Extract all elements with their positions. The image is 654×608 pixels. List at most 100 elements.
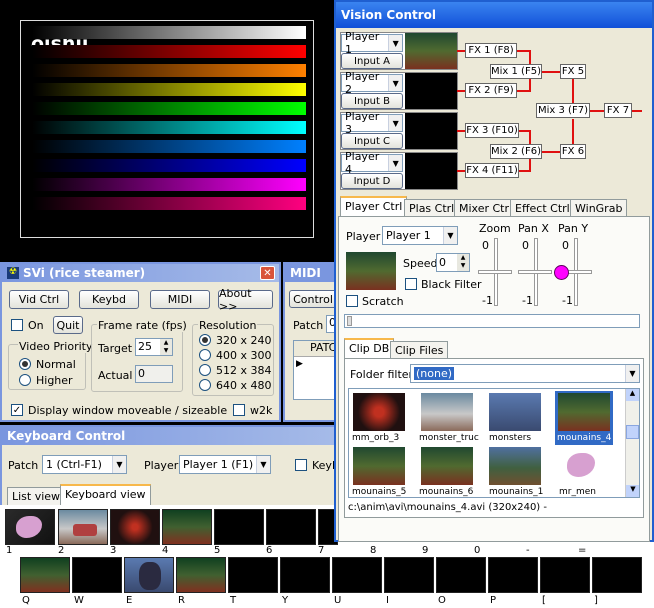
tab-plas-ctrl[interactable]: Plas Ctrl [404,199,460,216]
midi-control-tab[interactable]: Control [289,290,337,308]
tab-wingrab[interactable]: WinGrab [570,199,628,216]
fx5-button[interactable]: FX 5 [560,64,586,79]
scratch-checkbox[interactable] [346,295,358,307]
key-e[interactable] [124,557,174,593]
fx7-button[interactable]: FX 7 [604,103,632,118]
tab-player-ctrl[interactable]: Player Ctrl [340,196,408,216]
key-6[interactable] [266,509,316,545]
key-rbracket[interactable] [592,557,642,593]
quit-button[interactable]: Quit [53,316,83,334]
tab-effect-ctrl[interactable]: Effect Ctrl [510,199,575,216]
w2k-checkbox[interactable] [233,404,245,416]
target-input[interactable]: 25 ▲ ▼ [135,338,173,356]
mix2-button[interactable]: Mix 2 (F6) [490,144,542,159]
input-d-button[interactable]: Input D [341,173,403,189]
midi-button[interactable]: MIDI [150,290,210,309]
key-w[interactable] [72,557,122,593]
chevron-down-icon[interactable]: ▼ [443,227,457,244]
scroll-down-icon[interactable]: ▼ [626,485,639,497]
vision-title-bar[interactable]: Vision Control [336,2,652,28]
key-r[interactable] [176,557,226,593]
key-q[interactable] [20,557,70,593]
clip-thumb-mm-orb[interactable] [353,393,405,431]
key-p[interactable] [488,557,538,593]
kb-patch-select[interactable]: 1 (Ctrl-F1) ▼ [42,455,127,474]
clip-thumb-mounains-1[interactable] [489,447,541,485]
key-5[interactable] [214,509,264,545]
player-2-select[interactable]: Player 2 ▼ [341,70,403,96]
key-o[interactable] [436,557,486,593]
clip-thumb-mr-men[interactable] [557,447,609,485]
tab-clip-db[interactable]: Clip DB [344,338,395,358]
tab-mixer-ctrl[interactable]: Mixer Ctrl [454,199,518,216]
scroll-up-icon[interactable]: ▲ [626,389,639,401]
tab-keyboard-view[interactable]: Keyboard view [60,484,151,505]
player-1-select[interactable]: Player 1 ▼ [341,30,403,56]
chevron-down-icon[interactable]: ▼ [112,456,126,473]
clip-thumb-monsters[interactable] [489,393,541,431]
res-radio-640[interactable] [199,379,211,391]
key-lbracket[interactable] [540,557,590,593]
key-i[interactable] [384,557,434,593]
pan-handle[interactable] [554,265,569,280]
scroll-thumb[interactable] [626,425,639,439]
vid-ctrl-button[interactable]: Vid Ctrl [9,290,69,309]
fx6-button[interactable]: FX 6 [560,144,586,159]
input-a-button[interactable]: Input A [341,53,403,69]
input-b-button[interactable]: Input B [341,93,403,109]
chevron-down-icon[interactable]: ▼ [388,115,402,131]
on-checkbox[interactable] [11,319,23,331]
scratch-slider-thumb[interactable] [347,316,352,326]
fx3-button[interactable]: FX 3 (F10) [465,123,519,138]
keyboard-title-bar[interactable]: Keyboard Control [2,427,340,445]
fx1-button[interactable]: FX 1 (F8) [465,43,517,58]
key-y[interactable] [280,557,330,593]
scratch-slider[interactable] [344,314,640,328]
tab-list-view[interactable]: List view [7,487,66,505]
chevron-down-icon[interactable]: ▼ [388,75,402,91]
player-4-select[interactable]: Player 4 ▼ [341,150,403,176]
mix1-button[interactable]: Mix 1 (F5) [490,64,542,79]
res-radio-512[interactable] [199,364,211,376]
clip-grid[interactable]: mm_orb_3 monster_truc monsters mounains_… [348,388,640,498]
chevron-down-icon[interactable]: ▼ [388,155,402,171]
pc-player-select[interactable]: Player 1 ▼ [382,226,458,245]
clip-thumb-monster-truck[interactable] [421,393,473,431]
clip-thumb-mounains-5[interactable] [353,447,405,485]
zoom-h-slider[interactable] [478,270,512,274]
keybd-button[interactable]: Keybd [79,290,139,309]
speed-input[interactable]: 0 ▲ ▼ [436,253,470,272]
target-spinner[interactable]: ▲ ▼ [160,339,172,355]
player-3-select[interactable]: Player 3 ▼ [341,110,403,136]
key-1[interactable] [5,509,55,545]
key-2[interactable] [58,509,108,545]
mix3-button[interactable]: Mix 3 (F7) [536,103,590,118]
kb-player-select[interactable]: Player 1 (F1) ▼ [179,455,271,474]
black-filter-checkbox[interactable] [405,278,417,290]
clip-thumb-mounains-6[interactable] [421,447,473,485]
key-t[interactable] [228,557,278,593]
key-u[interactable] [332,557,382,593]
res-radio-320[interactable] [199,334,211,346]
chevron-down-icon[interactable]: ▼ [388,35,402,51]
close-icon[interactable]: ✕ [260,266,275,280]
higher-radio[interactable] [19,374,31,386]
clip-scrollbar[interactable]: ▲ ▼ [625,389,639,497]
fx2-button[interactable]: FX 2 (F9) [465,83,517,98]
panx-h-slider[interactable] [518,270,552,274]
key-4[interactable] [162,509,212,545]
about-button[interactable]: About >> [218,287,273,313]
key-3[interactable] [110,509,160,545]
chevron-down-icon[interactable]: ▼ [625,365,639,382]
speed-spinner[interactable]: ▲ ▼ [457,254,469,271]
res-radio-400[interactable] [199,349,211,361]
keyb-checkbox[interactable] [295,459,307,471]
fx4-button[interactable]: FX 4 (F11) [465,163,519,178]
folder-filter-select[interactable]: (none) ▼ [410,364,640,383]
tab-clip-files[interactable]: Clip Files [390,341,449,358]
normal-radio[interactable] [19,358,31,370]
svi-title-bar[interactable]: ☢ SVi (rice steamer) ✕ [2,264,279,282]
chevron-down-icon[interactable]: ▼ [256,456,270,473]
input-c-button[interactable]: Input C [341,133,403,149]
display-moveable-checkbox[interactable]: ✓ [11,404,23,416]
